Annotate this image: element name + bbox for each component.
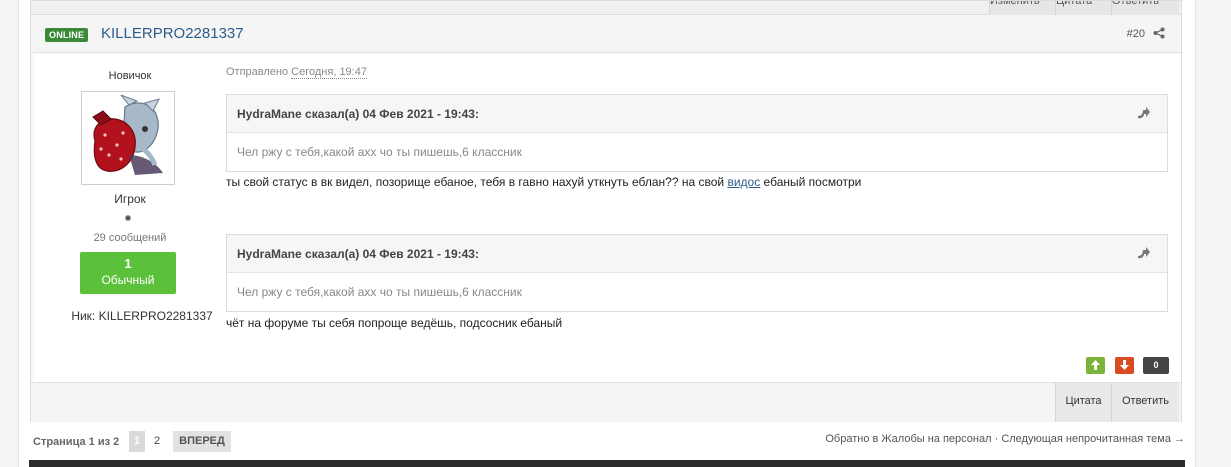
- reputation-label: Обычный: [101, 273, 155, 287]
- avatar-image: [85, 93, 171, 181]
- forum-post: Изменить Цитата Ответить ONLINE KILLERPR…: [30, 0, 1182, 422]
- bottom-navigation: Обратно в Жалобы на персонал · Следующая…: [825, 433, 1185, 445]
- posted-prefix: Отправлено: [226, 66, 289, 78]
- next-unread-topic-link[interactable]: Следующая непрочитанная тема →: [1001, 433, 1185, 445]
- post-message: ты свой статус в вк видел, позорище ебан…: [226, 175, 861, 189]
- footer-bar: [29, 460, 1185, 467]
- quote-button[interactable]: Цитата: [1055, 383, 1111, 422]
- page-current: 1: [129, 431, 145, 452]
- quote-citation: HydraMane сказал(а) 04 Фев 2021 - 19:43:: [237, 247, 479, 261]
- arrow-up-icon: [1091, 360, 1100, 370]
- author-nick: Ник: KILLERPRO2281337: [71, 309, 213, 323]
- author-username-link[interactable]: KILLERPRO2281337: [101, 25, 244, 42]
- post-message: чёт на форуме ты себя попроще ведёшь, по…: [226, 316, 563, 330]
- post-message-text: ты свой статус в вк видел, позорище ебан…: [226, 175, 728, 189]
- previous-reply-button[interactable]: Ответить: [1111, 1, 1179, 15]
- quote-icon[interactable]: [1137, 107, 1151, 119]
- posted-date-value: Сегодня, 19:47: [291, 66, 367, 79]
- arrow-down-icon: [1120, 360, 1129, 370]
- vote-count: 0: [1143, 357, 1169, 374]
- reply-button[interactable]: Ответить: [1111, 383, 1179, 422]
- quote-block: HydraMane сказал(а) 04 Фев 2021 - 19:43:…: [226, 94, 1168, 172]
- reputation-badge[interactable]: 1 Обычный: [80, 252, 176, 294]
- reputation-value: 1: [124, 256, 132, 271]
- vote-down-button[interactable]: [1115, 357, 1134, 374]
- previous-quote-button[interactable]: Цитата: [1055, 1, 1111, 15]
- author-rank-title: Новичок: [108, 70, 152, 82]
- quote-citation: HydraMane сказал(а) 04 Фев 2021 - 19:43:: [237, 107, 479, 121]
- quote-block: HydraMane сказал(а) 04 Фев 2021 - 19:43:…: [226, 234, 1168, 312]
- post-header: ONLINE KILLERPRO2281337 #20: [31, 15, 1181, 53]
- video-link[interactable]: видос: [727, 175, 760, 189]
- avatar[interactable]: [81, 91, 175, 185]
- link-separator: ·: [994, 433, 999, 445]
- author-info: Новичок Игрок 29 сообщений 1 Обычный Ник…: [35, 54, 225, 382]
- author-posts-count: 29 сообщений: [93, 232, 167, 244]
- quote-header: HydraMane сказал(а) 04 Фев 2021 - 19:43:: [227, 235, 1167, 273]
- quote-text: Чел ржу с тебя,какой ахх чо ты пишешь,6 …: [227, 273, 1167, 311]
- previous-post-footer: Изменить Цитата Ответить: [31, 1, 1181, 15]
- share-icon[interactable]: [1153, 27, 1165, 39]
- quote-header: HydraMane сказал(а) 04 Фев 2021 - 19:43:: [227, 95, 1167, 133]
- quote-text: Чел ржу с тебя,какой ахх чо ты пишешь,6 …: [227, 133, 1167, 171]
- post-footer: Цитата Ответить: [31, 382, 1181, 422]
- post-body: Новичок Игрок 29 сообщений 1 Обычный Ник…: [35, 54, 1181, 382]
- rank-pip-icon: [125, 215, 131, 221]
- post-content: Отправлено Сегодня, 19:47 HydraMane сказ…: [226, 54, 1176, 382]
- back-to-forum-link[interactable]: Обратно в Жалобы на персонал: [825, 433, 991, 445]
- posted-date: Отправлено Сегодня, 19:47: [226, 66, 367, 79]
- author-group: Игрок: [114, 192, 146, 206]
- next-page-button[interactable]: ВПЕРЕД: [173, 431, 231, 452]
- quote-icon[interactable]: [1137, 247, 1151, 259]
- post-message-text-end: ебаный посмотри: [760, 175, 862, 189]
- previous-edit-button[interactable]: Изменить: [989, 1, 1055, 15]
- post-number-link[interactable]: #20: [1127, 28, 1145, 40]
- vote-up-button[interactable]: [1086, 357, 1105, 374]
- page-link-2[interactable]: 2: [149, 431, 165, 452]
- page-label: Страница 1 из 2: [33, 436, 120, 448]
- online-badge: ONLINE: [45, 28, 89, 42]
